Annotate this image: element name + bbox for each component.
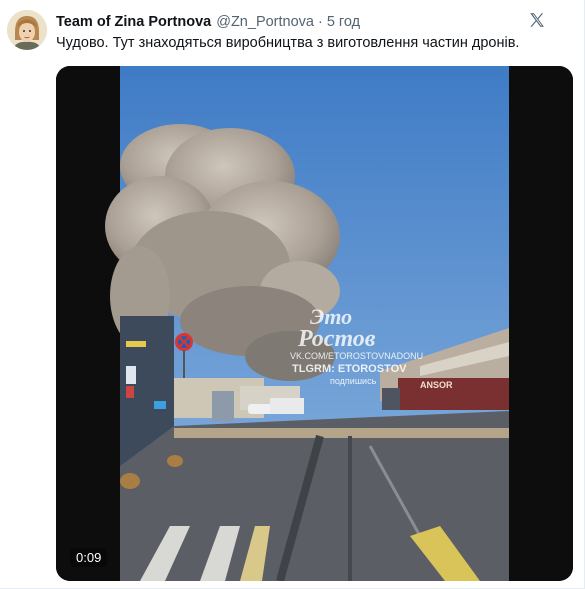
author-name[interactable]: Team of Zina Portnova [56, 14, 211, 30]
tweet-text: Чудово. Тут знаходяться виробництва з ви… [56, 35, 520, 51]
video-player[interactable]: ANSOR Это Ростов VK.COM/ETOROSTOVNADONU … [56, 66, 573, 581]
author-handle[interactable]: @Zn_Portnova [216, 14, 314, 30]
tweet-card[interactable]: Team of Zina Portnova @Zn_Portnova · 5 г… [0, 0, 585, 589]
tweet-timestamp[interactable]: 5 год [327, 14, 360, 30]
truck-text: ANSOR [420, 380, 453, 390]
watermark-vk: VK.COM/ETOROSTOVNADONU [290, 351, 423, 361]
separator-dot: · [317, 14, 323, 30]
video-frame: ANSOR Это Ростов VK.COM/ETOROSTOVNADONU … [56, 66, 573, 581]
video-duration: 0:09 [70, 548, 108, 567]
watermark-subscribe: подпишись [330, 376, 377, 386]
tweet-header: Team of Zina Portnova @Zn_Portnova · 5 г… [56, 12, 360, 32]
watermark-tg: TLGRM: ETOROSTOV [292, 363, 407, 375]
avatar[interactable] [7, 10, 47, 50]
x-logo-icon[interactable] [528, 11, 546, 29]
watermark-line2: Ростов [297, 326, 376, 352]
